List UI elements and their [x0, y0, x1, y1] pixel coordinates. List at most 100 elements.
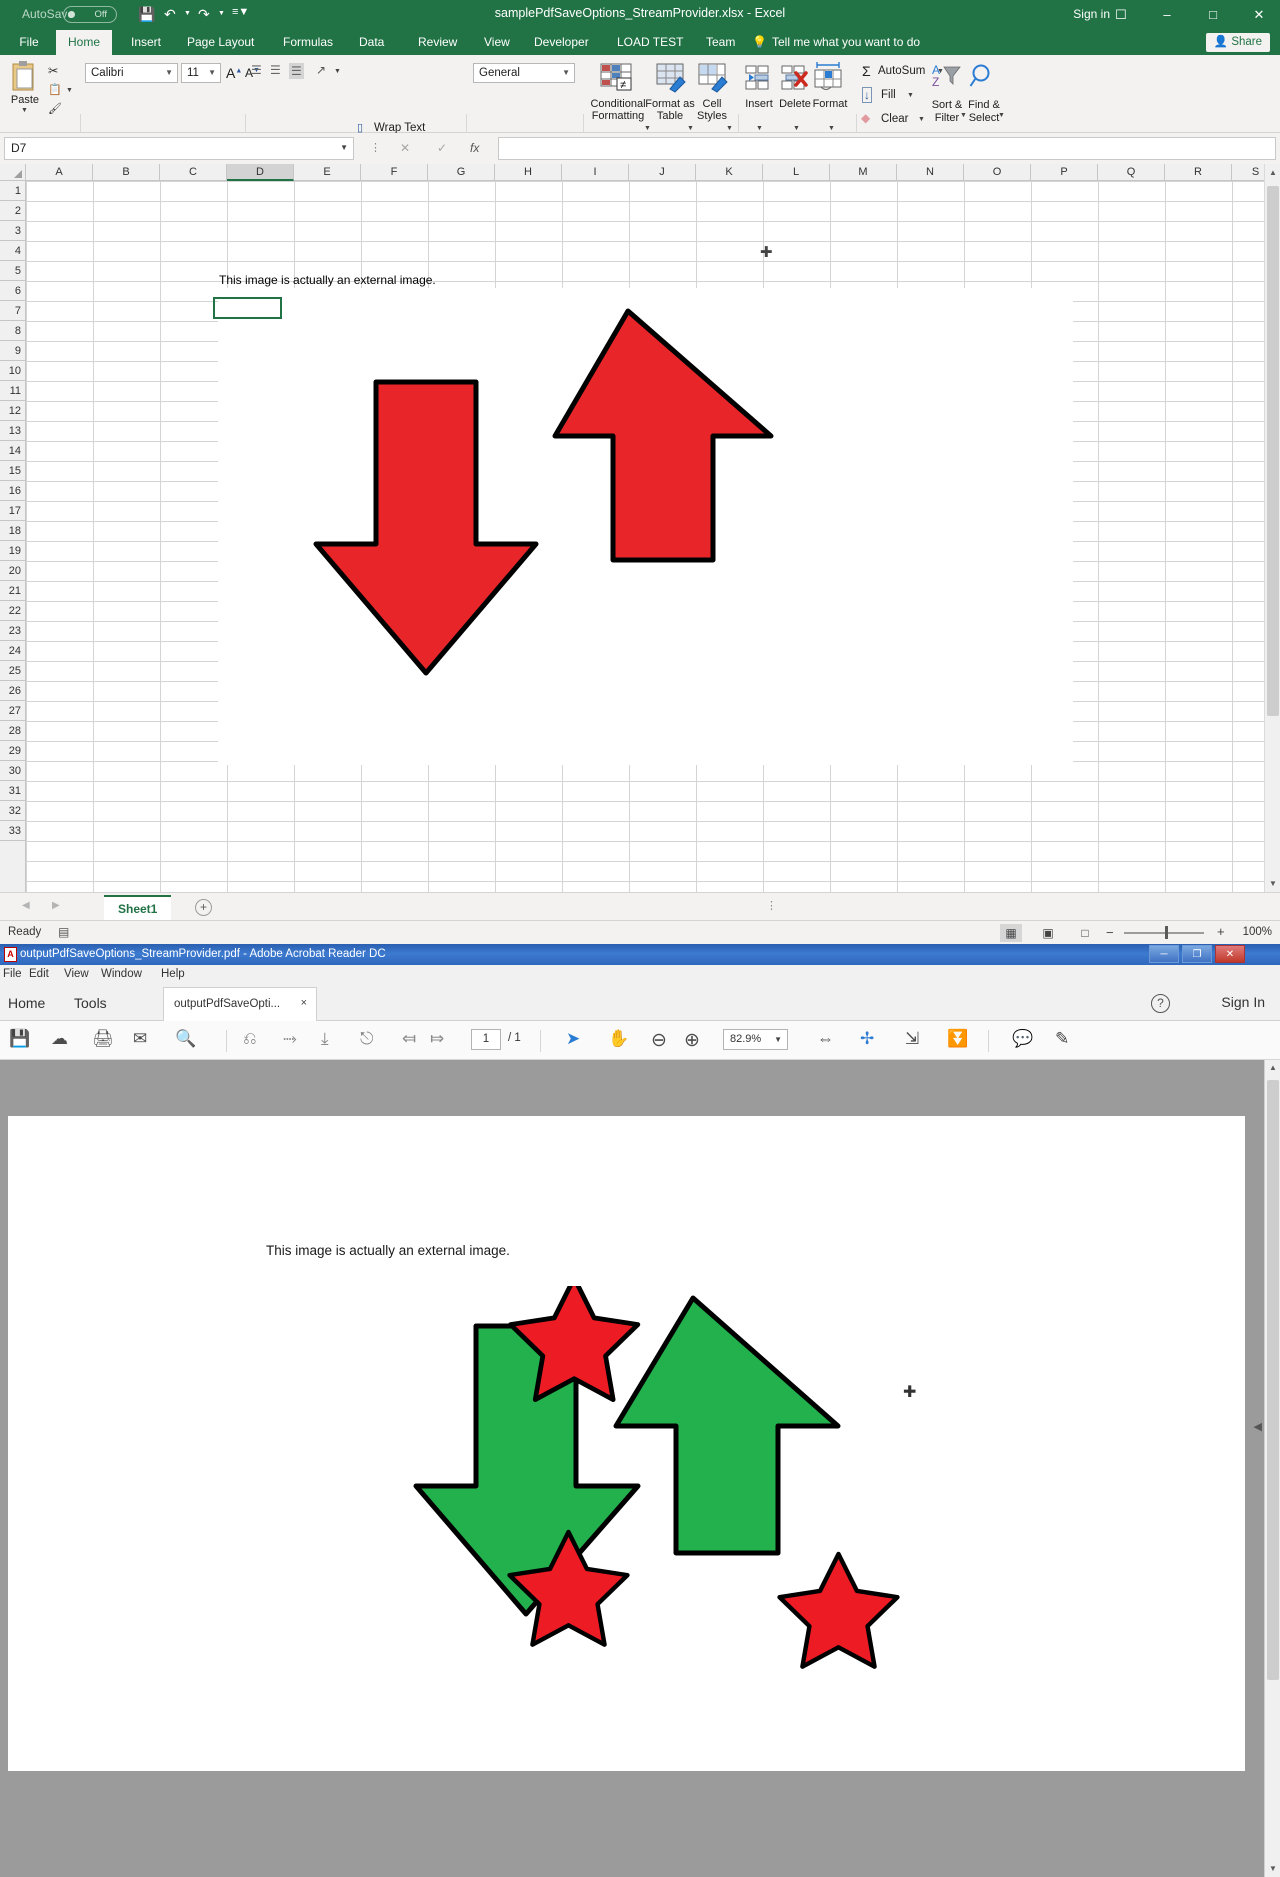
menu-view[interactable]: View — [64, 968, 89, 980]
tab-page-layout[interactable]: Page Layout — [178, 30, 263, 55]
tab-review[interactable]: Review — [409, 30, 466, 55]
cell-styles-icon[interactable] — [698, 63, 730, 93]
acrobat-restore-button[interactable]: ❐ — [1182, 945, 1212, 963]
column-header-P[interactable]: P — [1031, 164, 1098, 181]
fill-button[interactable]: Fill — [881, 89, 896, 101]
column-header-K[interactable]: K — [696, 164, 763, 181]
sheet-picture[interactable] — [218, 288, 1073, 765]
zoom-level-combo[interactable]: 82.9% ▼ — [723, 1029, 788, 1050]
align-middle-icon[interactable]: ☰ — [270, 63, 281, 77]
zoom-slider[interactable] — [1124, 932, 1204, 934]
insert-function-icon[interactable]: fx — [470, 141, 479, 155]
fit-width-icon[interactable]: ⇔ — [817, 1029, 834, 1049]
zoom-slider-handle[interactable] — [1165, 926, 1168, 939]
column-header-C[interactable]: C — [160, 164, 227, 181]
row-header-7[interactable]: 7 — [0, 301, 26, 321]
vertical-scroll-thumb[interactable] — [1267, 186, 1279, 716]
close-icon[interactable]: × — [301, 997, 307, 1009]
next-page-icon[interactable]: ⤓ — [321, 1029, 329, 1049]
font-size-combo[interactable]: 11 ▼ — [181, 63, 221, 83]
tab-split-grip[interactable]: ⋮ — [766, 899, 777, 912]
column-header-J[interactable]: J — [629, 164, 696, 181]
scroll-up-icon[interactable]: ▲ — [1265, 1060, 1280, 1076]
fill-dropdown-icon[interactable]: ▼ — [907, 92, 914, 99]
row-header-21[interactable]: 21 — [0, 581, 26, 601]
autosum-icon[interactable]: Σ — [862, 63, 871, 79]
tab-document[interactable]: outputPdfSaveOpti... × — [163, 987, 317, 1021]
column-header-D[interactable]: D — [227, 164, 294, 181]
vertical-scrollbar[interactable]: ▲ ▼ — [1264, 164, 1280, 892]
orientation-dropdown-icon[interactable]: ▼ — [334, 68, 341, 75]
column-header-Q[interactable]: Q — [1098, 164, 1165, 181]
cut-icon[interactable]: ✂ — [48, 63, 58, 78]
formula-input[interactable] — [498, 137, 1276, 160]
delete-cells-icon[interactable] — [781, 65, 809, 91]
row-header-20[interactable]: 20 — [0, 561, 26, 581]
copy-dropdown-icon[interactable]: ▼ — [66, 87, 73, 94]
row-header-4[interactable]: 4 — [0, 241, 26, 261]
row-header-25[interactable]: 25 — [0, 661, 26, 681]
autosum-button[interactable]: AutoSum — [878, 65, 925, 77]
row-header-12[interactable]: 12 — [0, 401, 26, 421]
find-select-dropdown-icon[interactable]: ▼ — [998, 112, 1005, 119]
clear-dropdown-icon[interactable]: ▼ — [918, 116, 925, 123]
column-header-G[interactable]: G — [428, 164, 495, 181]
column-header-E[interactable]: E — [294, 164, 361, 181]
tab-load-test[interactable]: LOAD TEST — [608, 30, 692, 55]
row-header-17[interactable]: 17 — [0, 501, 26, 521]
acrobat-vertical-scrollbar[interactable]: ▲ ▼ — [1264, 1060, 1280, 1877]
format-as-table-icon[interactable] — [656, 63, 688, 93]
previous-view-icon[interactable]: ⤆ — [402, 1029, 416, 1049]
row-header-32[interactable]: 32 — [0, 801, 26, 821]
row-header-24[interactable]: 24 — [0, 641, 26, 661]
column-header-H[interactable]: H — [495, 164, 562, 181]
tab-home[interactable]: Home — [8, 995, 45, 1011]
tab-tools[interactable]: Tools — [74, 995, 107, 1011]
worksheet-grid[interactable]: A B C D E F G H I J K L M N O P Q R S 12… — [0, 164, 1280, 892]
menu-edit[interactable]: Edit — [29, 968, 49, 980]
highlight-pen-icon[interactable]: ✎ — [1055, 1029, 1069, 1049]
tab-data[interactable]: Data — [350, 30, 393, 55]
cell-styles-dropdown-icon[interactable]: ▼ — [726, 125, 733, 132]
increase-font-size-icon[interactable]: A▲ — [226, 65, 242, 81]
paste-dropdown-icon[interactable]: ▼ — [21, 107, 28, 114]
row-header-16[interactable]: 16 — [0, 481, 26, 501]
active-cell-D7[interactable] — [213, 297, 282, 319]
conditional-formatting-dropdown-icon[interactable]: ▼ — [644, 125, 651, 132]
row-header-18[interactable]: 18 — [0, 521, 26, 541]
ribbon-display-options-icon[interactable]: ☐ — [1098, 0, 1144, 30]
record-macro-icon[interactable]: ▤ — [58, 925, 69, 939]
hand-icon[interactable]: ✋ — [608, 1029, 629, 1049]
help-icon[interactable]: ? — [1151, 994, 1170, 1013]
tab-insert[interactable]: Insert — [122, 30, 170, 55]
tab-file[interactable]: File — [10, 30, 48, 55]
tab-view[interactable]: View — [475, 30, 519, 55]
zoom-percent[interactable]: 100% — [1243, 926, 1272, 938]
row-header-1[interactable]: 1 — [0, 181, 26, 201]
scroll-up-icon[interactable]: ▲ — [1265, 164, 1280, 181]
format-cells-icon[interactable] — [813, 61, 845, 93]
format-painter-icon[interactable]: 🖌 — [48, 102, 62, 115]
column-header-O[interactable]: O — [964, 164, 1031, 181]
cell-styles-label[interactable]: Cell Styles — [690, 98, 734, 122]
row-header-23[interactable]: 23 — [0, 621, 26, 641]
previous-sheet-icon[interactable]: ◀ — [22, 900, 30, 911]
row-header-6[interactable]: 6 — [0, 281, 26, 301]
full-screen-icon[interactable]: ⇲ — [905, 1029, 919, 1049]
fit-page-icon[interactable]: ✢ — [860, 1029, 874, 1049]
row-header-14[interactable]: 14 — [0, 441, 26, 461]
row-header-30[interactable]: 30 — [0, 761, 26, 781]
search-icon[interactable]: 🔍 — [175, 1029, 196, 1049]
zoom-in-icon[interactable]: ⊕ — [684, 1029, 700, 1052]
cell-D5-text[interactable]: This image is actually an external image… — [219, 273, 436, 287]
zoom-in-button[interactable]: + — [1217, 924, 1225, 939]
row-header-29[interactable]: 29 — [0, 741, 26, 761]
format-cells-label[interactable]: Format — [806, 98, 854, 111]
pdf-page[interactable]: This image is actually an external image… — [8, 1116, 1245, 1771]
column-header-N[interactable]: N — [897, 164, 964, 181]
clear-icon[interactable]: ◆ — [861, 111, 870, 125]
row-header-22[interactable]: 22 — [0, 601, 26, 621]
scroll-down-icon[interactable]: ▼ — [1265, 875, 1280, 892]
page-break-view-button[interactable]: □ — [1074, 924, 1096, 942]
format-as-table-dropdown-icon[interactable]: ▼ — [687, 125, 694, 132]
